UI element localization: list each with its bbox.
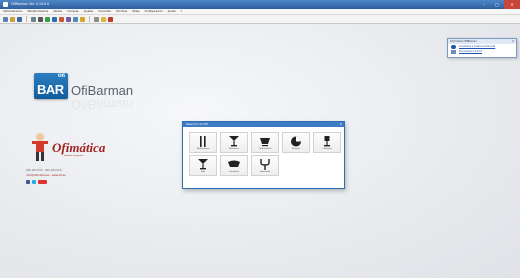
youtube-icon[interactable]: [38, 180, 47, 184]
tile-label: Pizzería: [292, 148, 300, 150]
help-icon[interactable]: [101, 16, 106, 22]
toolbar-separator: [89, 16, 90, 22]
bowl-icon: [228, 160, 240, 167]
print-icon[interactable]: [38, 16, 43, 22]
mascot-icon: [32, 133, 48, 161]
popup-titlebar: Información OfiBarman ✕: [448, 39, 516, 44]
purchases-icon[interactable]: [59, 16, 64, 22]
window-title: OfiBarman Ver. 5.19.0.0: [11, 2, 50, 6]
social-links: [26, 180, 47, 184]
popup-close-button[interactable]: ✕: [512, 39, 514, 44]
close-button[interactable]: ✕: [504, 0, 520, 9]
tile-discoteca[interactable]: Discoteca: [220, 132, 248, 153]
twitter-icon[interactable]: [32, 180, 36, 184]
chart-icon[interactable]: [80, 16, 85, 22]
fork-icon: [260, 159, 270, 170]
maximize-button[interactable]: □: [491, 0, 503, 9]
vendor-logo: Ofimática: [52, 140, 106, 155]
toolbar-separator: [26, 16, 27, 22]
menu-informes[interactable]: Informes: [116, 10, 127, 13]
remote-support-icon: [451, 44, 456, 49]
martini-icon: [198, 159, 208, 170]
tile-label: Cafetería: [322, 148, 332, 150]
menu-configuracion[interactable]: Configuración: [145, 10, 163, 13]
save-icon[interactable]: [17, 16, 22, 22]
dialog-close-button[interactable]: ✕: [339, 122, 342, 127]
tile-lunchería[interactable]: Lunchería: [220, 155, 248, 176]
logo-ofi-text: Ofi: [57, 74, 65, 79]
cocktail-icon: [229, 136, 239, 147]
tile-label: Lunchería: [229, 171, 239, 173]
tile-cafeteria[interactable]: Cafetería: [313, 132, 341, 153]
tile-label: Discoteca: [229, 148, 239, 150]
brand-name-reflection: OfiBarman: [71, 97, 134, 112]
dialog-title: Selección de TPV: [186, 123, 209, 126]
report-icon[interactable]: [73, 16, 78, 22]
tile-cafeteria-pro[interactable]: Cafetería Pro: [251, 132, 279, 153]
open-icon[interactable]: [10, 16, 15, 22]
tile-hosteleria[interactable]: Hostelería: [251, 155, 279, 176]
tile-restaurante[interactable]: Restaurante: [189, 132, 217, 153]
exit-icon[interactable]: [108, 16, 113, 22]
vendor-contact[interactable]: info@ofimatica.es · www.ofi.es: [26, 174, 66, 177]
app-icon: [3, 2, 8, 7]
news-icon: [451, 49, 456, 54]
toolbar: [0, 15, 520, 24]
tile-pizzeria[interactable]: Pizzería: [282, 132, 310, 153]
stock-icon[interactable]: [66, 16, 71, 22]
window-controls: – □ ✕: [477, 0, 520, 9]
title-bar: OfiBarman Ver. 5.19.0.0 – □ ✕: [0, 0, 520, 9]
menu-ventas[interactable]: Ventas: [53, 10, 62, 13]
popup-title: Información OfiBarman: [450, 40, 477, 43]
ofibarman-logo: Ofi BAR: [34, 73, 68, 99]
tile-pub[interactable]: Pub: [189, 155, 217, 176]
vendor-tagline: software de gestión: [64, 155, 84, 157]
menu-compras[interactable]: Compras: [67, 10, 79, 13]
coffee-cup-icon: [260, 138, 270, 147]
menu-mantenimientos[interactable]: Mantenimientos: [27, 10, 48, 13]
popup-row-news[interactable]: Novedades 5.19.0.0: [448, 49, 516, 54]
tile-label: Hostelería: [259, 171, 271, 173]
brand-name: OfiBarman: [71, 83, 134, 98]
wine-glass-icon: [324, 136, 330, 147]
vendor-phone: 900 000 000 · 000 000 000: [26, 169, 62, 172]
facebook-icon[interactable]: [26, 180, 30, 184]
remote-support-link[interactable]: Conéctese a Asistencia Remota: [459, 45, 495, 48]
minimize-button[interactable]: –: [478, 0, 490, 9]
new-icon[interactable]: [3, 16, 8, 22]
tile-label: Pub: [201, 171, 205, 173]
release-notes-link[interactable]: Novedades 5.19.0.0: [459, 50, 482, 53]
settings-icon[interactable]: [94, 16, 99, 22]
cash-icon[interactable]: [45, 16, 50, 22]
menu-ayuda[interactable]: Ayuda: [168, 10, 176, 13]
menu-help[interactable]: ?: [181, 10, 182, 13]
pizza-icon: [291, 136, 301, 147]
tile-label: Restaurante: [196, 148, 210, 150]
menu-utiles[interactable]: Útiles: [132, 10, 139, 13]
logo-bar-text: BAR: [37, 82, 64, 97]
dialog-titlebar: Selección de TPV ✕: [183, 122, 344, 127]
tile-label: Cafetería Pro: [258, 148, 272, 150]
cutlery-icon: [200, 136, 206, 147]
info-popup: Información OfiBarman ✕ Conéctese a Asis…: [447, 38, 517, 58]
sales-icon[interactable]: [52, 16, 57, 22]
menu-ajustes[interactable]: Ajustes: [84, 10, 93, 13]
search-icon[interactable]: [31, 16, 36, 22]
tpv-selection-dialog: Selección de TPV ✕ Restaurante Discoteca…: [182, 121, 345, 189]
menu-consultas[interactable]: Consultas: [98, 10, 111, 13]
menu-administracion[interactable]: Administración: [3, 10, 22, 13]
